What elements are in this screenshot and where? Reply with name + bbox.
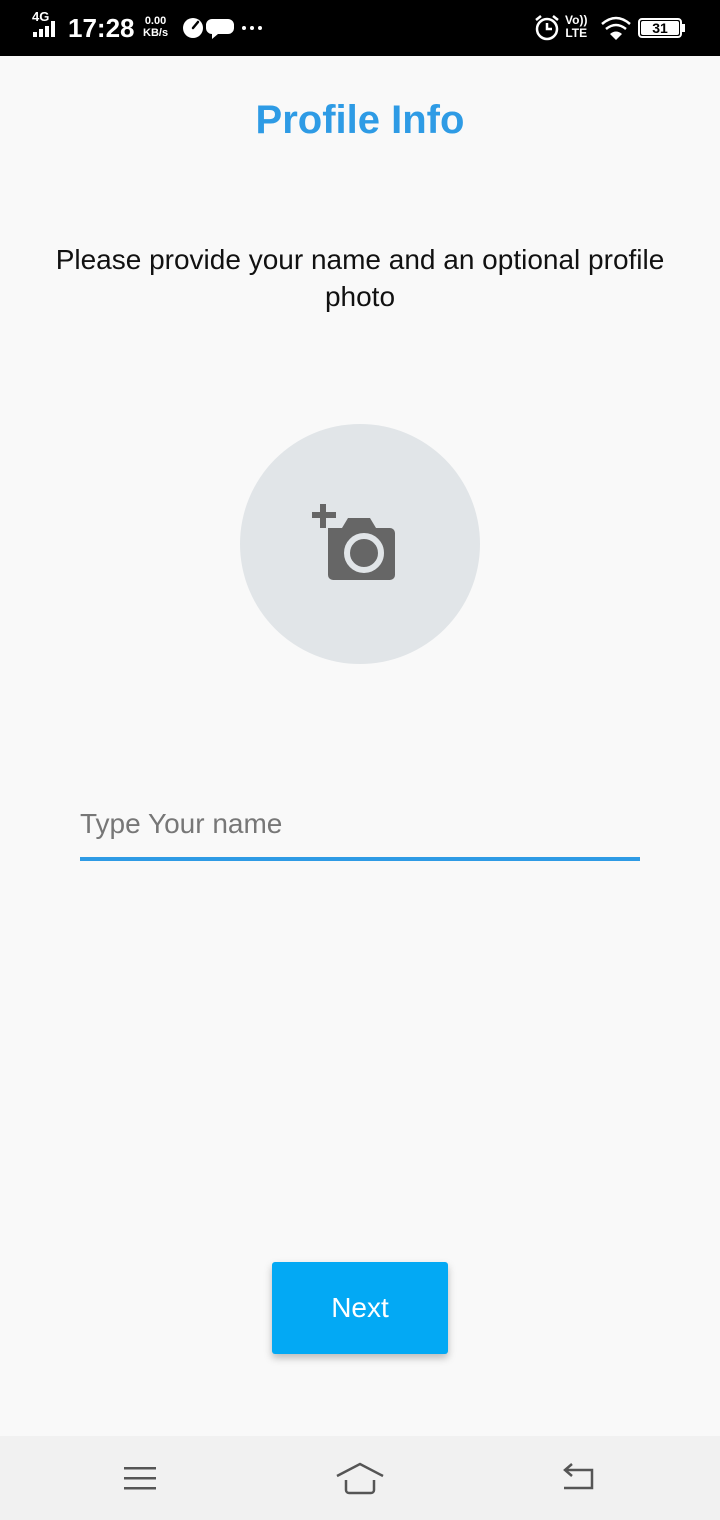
back-icon bbox=[563, 1463, 594, 1490]
status-bar: 4G 17:28 0.00 KB/s Vo)) LTE 31 bbox=[0, 0, 720, 56]
speed-unit: KB/s bbox=[143, 27, 169, 39]
instructions-text: Please provide your name and an optional… bbox=[55, 244, 665, 312]
nav-back-button[interactable] bbox=[548, 1454, 608, 1502]
battery-level: 31 bbox=[652, 20, 668, 36]
home-icon bbox=[336, 1462, 384, 1495]
chat-bubble-icon bbox=[206, 19, 234, 39]
signal-icon bbox=[33, 21, 55, 37]
next-button[interactable]: Next bbox=[272, 1262, 448, 1354]
page-title: Profile Info bbox=[255, 98, 465, 142]
name-input-underline bbox=[80, 857, 640, 861]
nav-home-button[interactable] bbox=[330, 1454, 390, 1502]
clock: 17:28 bbox=[68, 13, 135, 43]
volte-indicator: Vo)) LTE bbox=[565, 14, 587, 40]
navigation-bar bbox=[0, 1436, 720, 1520]
speedometer-icon bbox=[183, 18, 203, 38]
more-dots-icon bbox=[242, 26, 262, 30]
notification-icons bbox=[183, 18, 262, 39]
network-speed: 0.00 KB/s bbox=[143, 15, 168, 39]
menu-icon bbox=[124, 1467, 156, 1490]
alarm-icon bbox=[535, 15, 559, 41]
add-a-photo-icon[interactable] bbox=[312, 504, 404, 584]
lte-label: LTE bbox=[565, 26, 588, 40]
wifi-icon bbox=[601, 16, 631, 40]
speed-value: 0.00 bbox=[144, 15, 167, 27]
nav-menu-button[interactable] bbox=[110, 1454, 170, 1502]
name-input[interactable] bbox=[80, 790, 640, 858]
name-field[interactable] bbox=[80, 790, 640, 862]
